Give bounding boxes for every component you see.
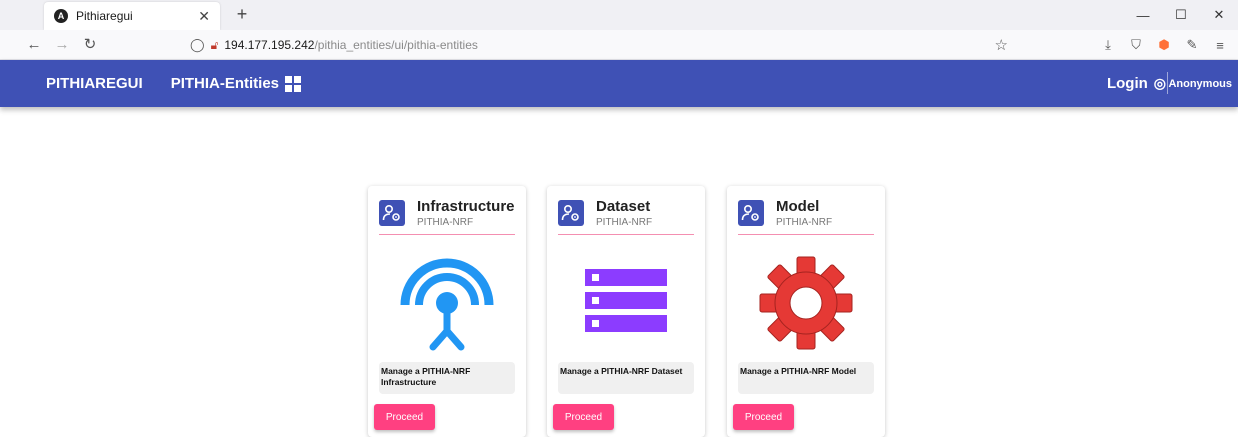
login-label: Login xyxy=(1106,75,1148,92)
entities-link[interactable]: PITHIA-Entities xyxy=(170,75,302,92)
infrastructure-card: Infrastructure PITHIA-NRF Manage a PITHI… xyxy=(368,186,526,437)
card-header: Model PITHIA-NRF xyxy=(738,198,874,235)
gear-icon xyxy=(727,248,885,358)
forward-icon[interactable]: → xyxy=(52,35,72,55)
downloads-icon[interactable]: ⤓ xyxy=(1098,35,1118,55)
user-gear-icon xyxy=(738,200,764,226)
app-toolbar: PITHIAREGUI PITHIA-Entities Login ◎ Anon… xyxy=(0,60,1238,107)
card-subtitle: PITHIA-NRF xyxy=(417,217,474,228)
fingerprint-icon: ◎ xyxy=(1153,75,1166,91)
card-title: Infrastructure xyxy=(417,198,515,215)
browser-nav-bar: ← → ↻ ◯ 🔓︎ 194.177.195.242/pithia_entiti… xyxy=(0,30,1238,60)
reload-icon[interactable]: ↻ xyxy=(80,35,100,55)
user-name: Anonymous xyxy=(1168,77,1232,90)
insecure-lock-icon[interactable]: 🔓︎ xyxy=(211,38,219,53)
card-title: Dataset xyxy=(596,198,651,215)
user-gear-icon xyxy=(558,200,584,226)
entities-link-label: PITHIA-Entities xyxy=(170,75,280,92)
url-path: /pithia_entities/ui/pithia-entities xyxy=(314,38,478,52)
window-controls: — ☐ ✕ xyxy=(1124,0,1238,30)
pocket-icon[interactable]: ⛉ xyxy=(1126,35,1146,55)
eyedropper-icon[interactable]: ✎ xyxy=(1182,35,1202,55)
card-description: Manage a PITHIA-NRF Model xyxy=(738,362,874,394)
proceed-button[interactable]: Proceed xyxy=(374,404,435,430)
proceed-button[interactable]: Proceed xyxy=(733,404,794,430)
browser-tab[interactable]: A Pithiaregui ✕ xyxy=(44,2,220,30)
url-text[interactable]: 194.177.195.242/pithia_entities/ui/pithi… xyxy=(224,38,478,52)
card-header: Infrastructure PITHIA-NRF xyxy=(379,198,515,235)
minimize-icon[interactable]: — xyxy=(1124,0,1162,30)
brand-link[interactable]: PITHIAREGUI xyxy=(46,75,143,92)
close-window-icon[interactable]: ✕ xyxy=(1200,0,1238,30)
close-tab-icon[interactable]: ✕ xyxy=(198,8,210,25)
card-description: Manage a PITHIA-NRF Dataset xyxy=(558,362,694,394)
card-header: Dataset PITHIA-NRF xyxy=(558,198,694,235)
antenna-icon xyxy=(368,248,526,358)
login-button[interactable]: Login ◎ xyxy=(1107,60,1166,107)
bookmark-star-icon[interactable]: ☆ xyxy=(995,36,1008,54)
browser-tab-bar: A Pithiaregui ✕ + — ☐ ✕ xyxy=(0,0,1238,30)
model-card: Model PITHIA-NRF Manage a PITHIA-NRF Mod… xyxy=(727,186,885,437)
dashboard-icon xyxy=(285,75,302,92)
angular-favicon-icon: A xyxy=(54,9,68,23)
proceed-button[interactable]: Proceed xyxy=(553,404,614,430)
card-description: Manage a PITHIA-NRF Infrastructure xyxy=(379,362,515,394)
tab-title: Pithiaregui xyxy=(76,9,133,23)
extension-icons: ⤓ ⛉ ⬢ ✎ ≡ xyxy=(1098,35,1230,55)
new-tab-icon[interactable]: + xyxy=(230,4,254,26)
user-gear-icon xyxy=(379,200,405,226)
card-title: Model xyxy=(776,198,820,215)
extension-warning-icon[interactable]: ⬢ xyxy=(1154,35,1174,55)
menu-icon[interactable]: ≡ xyxy=(1210,35,1230,55)
card-subtitle: PITHIA-NRF xyxy=(596,217,653,228)
back-icon[interactable]: ← xyxy=(24,35,44,55)
dataset-card: Dataset PITHIA-NRF Manage a PITHIA-NRF D… xyxy=(547,186,705,437)
shield-icon[interactable]: ◯ xyxy=(190,37,205,53)
url-host: 194.177.195.242 xyxy=(224,38,315,52)
card-subtitle: PITHIA-NRF xyxy=(776,217,833,228)
url-bar[interactable]: ◯ 🔓︎ 194.177.195.242/pithia_entities/ui/… xyxy=(180,33,1018,57)
server-stack-icon xyxy=(547,248,705,358)
maximize-icon[interactable]: ☐ xyxy=(1162,0,1200,30)
